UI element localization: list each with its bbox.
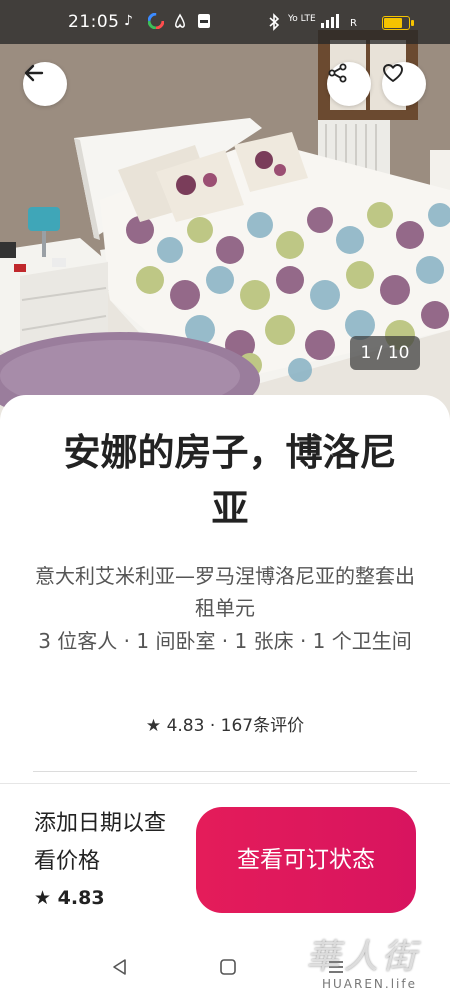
nav-home-button[interactable] <box>218 957 238 981</box>
watermark-en: HUAREN.life <box>322 977 418 991</box>
footer-top-border <box>0 783 450 784</box>
price-prompt: 添加日期以查看价格 <box>34 811 167 874</box>
square-home-icon <box>220 959 236 975</box>
rating-value: 4.83 <box>166 716 205 736</box>
back-button[interactable] <box>23 62 67 106</box>
listing-title: 安娜的房子，博洛尼亚 <box>63 431 397 530</box>
rating-separator: · <box>209 716 216 736</box>
footer-rating-value: 4.83 <box>57 887 105 909</box>
star-icon: ★ <box>145 716 162 736</box>
roaming-indicator: R <box>350 18 357 29</box>
footer-rating: ★ 4.83 <box>34 887 105 909</box>
check-availability-label: 查看可订状态 <box>237 847 375 873</box>
volte-icon: Yo LTE <box>288 14 316 24</box>
status-time: 21:05 <box>68 12 120 32</box>
share-button[interactable] <box>327 62 371 106</box>
check-availability-button[interactable]: 查看可订状态 <box>196 807 416 913</box>
listing-subtitle: 意大利艾米利亚—罗马涅博洛尼亚的整套出租单元 <box>35 564 415 620</box>
favorite-button[interactable] <box>382 62 426 106</box>
triangle-back-icon <box>113 959 126 975</box>
listing-details-sheet: 安娜的房子，博洛尼亚 意大利艾米利亚—罗马涅博洛尼亚的整套出租单元 3 位客人 … <box>0 395 450 1000</box>
back-arrow-icon <box>24 64 44 82</box>
listing-photo[interactable]: 21:05 ♪ Yo LTE R 1 / 10 <box>0 0 450 420</box>
tiktok-icon: ♪ <box>124 13 133 29</box>
divider <box>33 771 417 772</box>
listing-capacity-details: 3 位客人 · 1 间卧室 · 1 张床 · 1 个卫生间 <box>38 629 412 653</box>
review-count: 167条评价 <box>220 716 305 736</box>
battery-icon <box>382 16 414 30</box>
listing-rating-row[interactable]: ★ 4.83 · 167条评价 <box>0 711 450 736</box>
star-icon: ★ <box>34 887 52 909</box>
status-bar: 21:05 ♪ Yo LTE R <box>0 0 450 44</box>
share-icon <box>328 63 347 83</box>
watermark: 華人街 HUAREN.life <box>300 925 440 1000</box>
photo-counter: 1 / 10 <box>350 336 420 370</box>
nav-back-button[interactable] <box>110 957 130 981</box>
heart-icon <box>383 64 403 82</box>
watermark-cn: 華人街 <box>306 937 420 977</box>
